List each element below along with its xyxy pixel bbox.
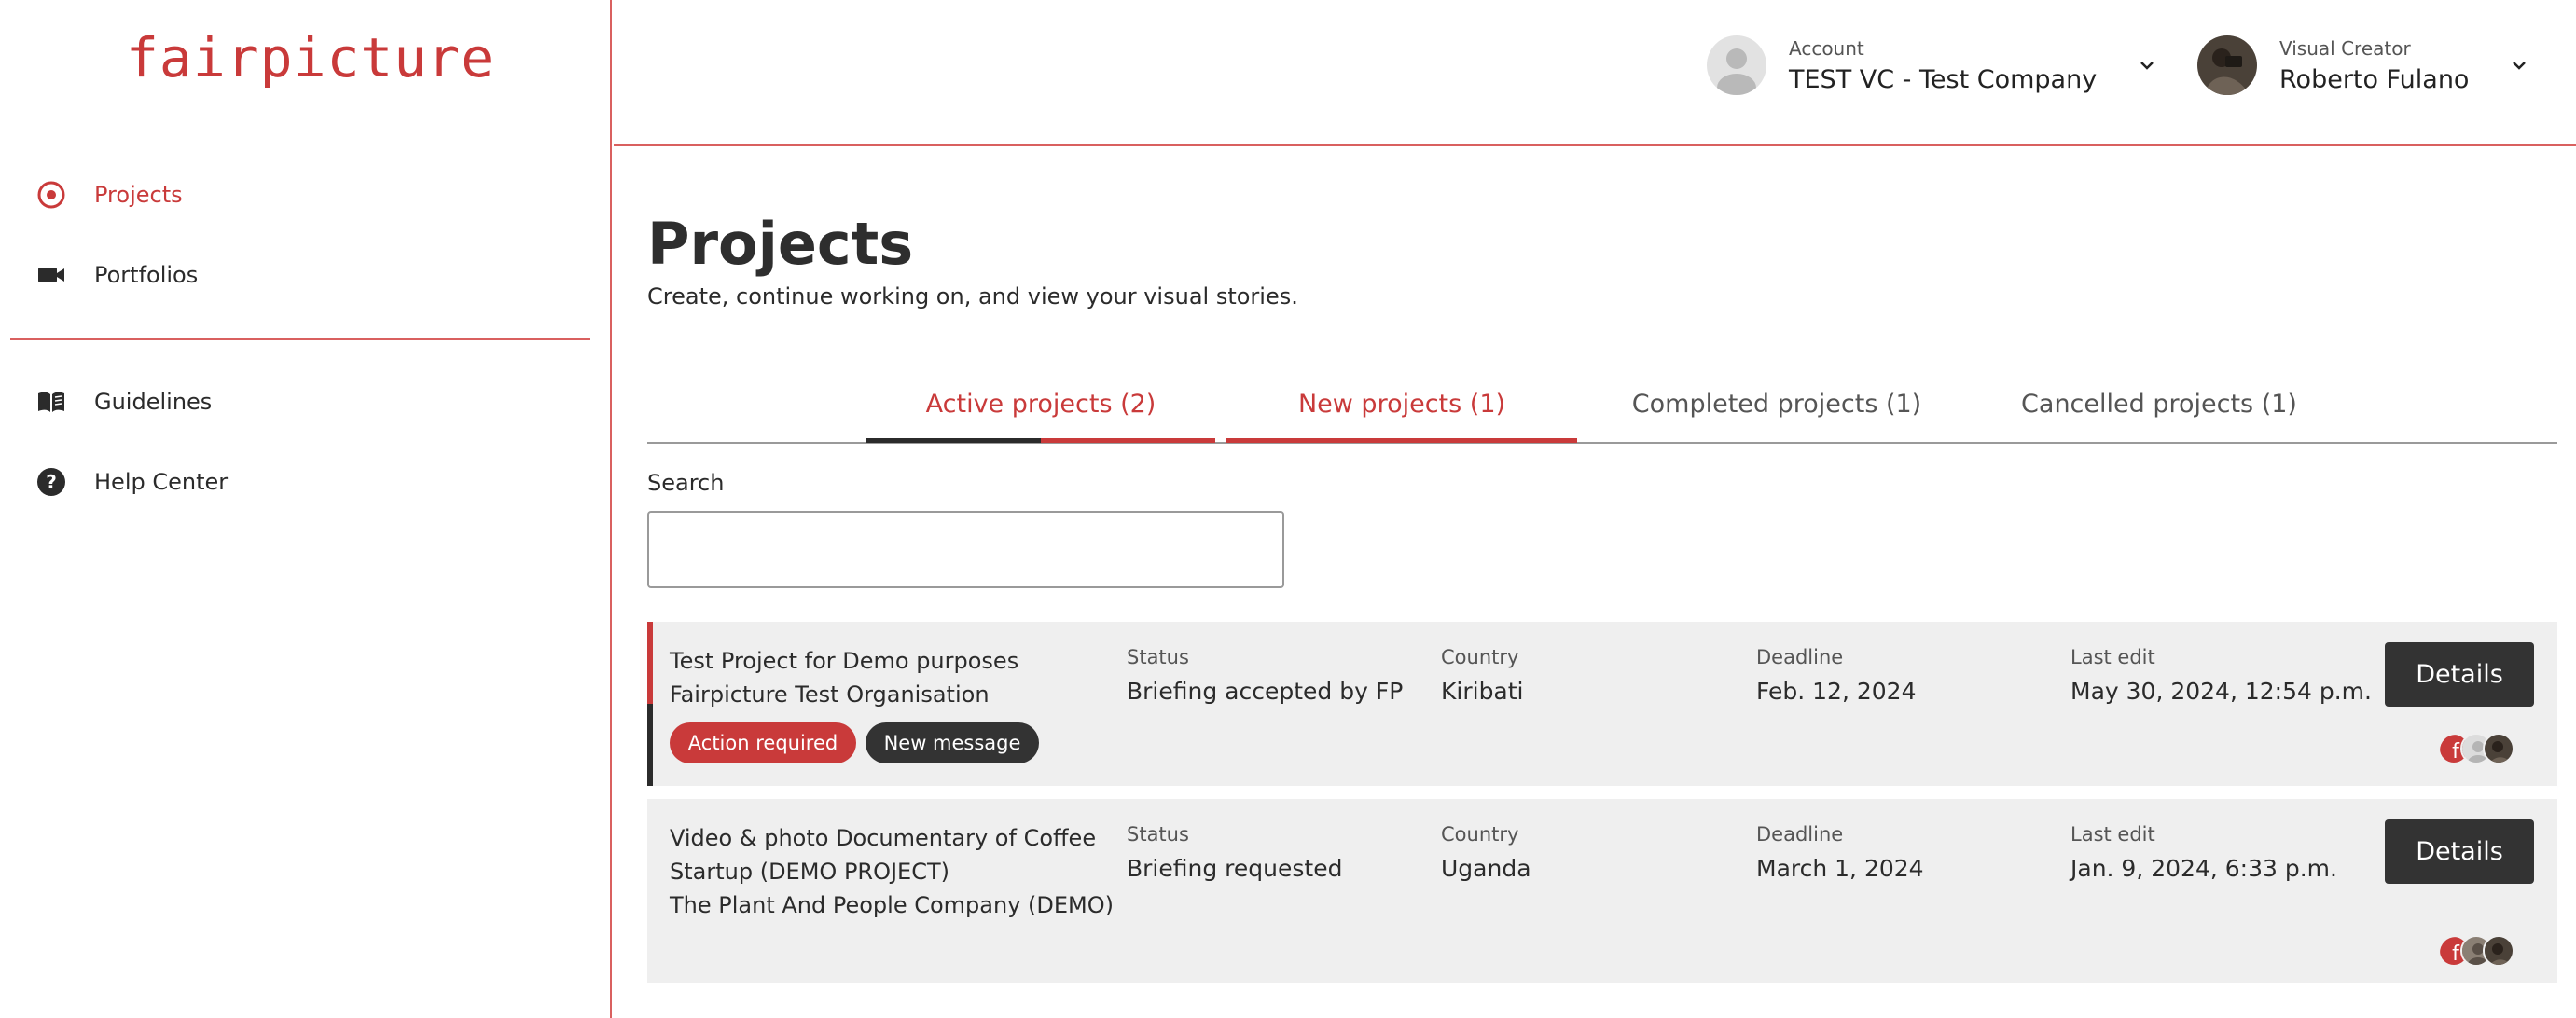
project-status: Briefing accepted by FP	[1127, 678, 1404, 705]
svg-text:?: ?	[46, 471, 57, 493]
video-camera-icon	[35, 259, 67, 291]
creator-switcher[interactable]: Visual Creator Roberto Fulano	[2197, 35, 2530, 95]
tab-active-indicator	[866, 438, 1041, 443]
sidebar: fairpicture Projects Portfolios Guidelin…	[0, 0, 612, 1018]
page-title: Projects	[647, 210, 914, 278]
tab-active-projects[interactable]: Active projects (2)	[866, 390, 1215, 444]
card-accent	[647, 622, 653, 786]
tab-completed-projects[interactable]: Completed projects (1)	[1604, 390, 1949, 444]
sidebar-divider	[10, 338, 590, 340]
country-column: Country Kiribati	[1441, 646, 1524, 705]
tab-active-indicator-progress	[1041, 438, 1215, 443]
book-icon	[35, 386, 67, 418]
details-button[interactable]: Details	[2385, 819, 2534, 884]
svg-text:f: f	[2452, 942, 2460, 966]
project-last-edit: Jan. 9, 2024, 6:33 p.m.	[2070, 855, 2337, 882]
project-country: Uganda	[1441, 855, 1531, 882]
tab-cancelled-projects[interactable]: Cancelled projects (1)	[1987, 390, 2332, 444]
project-country: Kiribati	[1441, 678, 1524, 705]
creator-caption: Visual Creator	[2279, 36, 2411, 60]
new-message-badge[interactable]: New message	[866, 722, 1039, 764]
creator-avatar	[2197, 35, 2257, 95]
country-column: Country Uganda	[1441, 823, 1531, 882]
sidebar-item-label: Guidelines	[94, 389, 213, 415]
participants-avatars: f	[2438, 935, 2514, 967]
creator-avatar-icon	[2483, 733, 2514, 764]
page-subtitle: Create, continue working on, and view yo…	[647, 283, 1298, 310]
action-required-badge[interactable]: Action required	[670, 722, 856, 764]
last-edit-column: Last edit May 30, 2024, 12:54 p.m.	[2070, 646, 2372, 705]
project-deadline: Feb. 12, 2024	[1756, 678, 1917, 705]
account-avatar	[1707, 35, 1766, 95]
details-button[interactable]: Details	[2385, 642, 2534, 707]
account-name: TEST VC - Test Company	[1789, 64, 2098, 94]
account-caption: Account	[1789, 36, 1864, 60]
search-input[interactable]	[647, 511, 1284, 588]
project-title[interactable]: Test Project for Demo purposes Fairpictu…	[670, 644, 1018, 711]
deadline-column: Deadline Feb. 12, 2024	[1756, 646, 1917, 705]
account-switcher[interactable]: Account TEST VC - Test Company	[1707, 35, 2158, 95]
project-status: Briefing requested	[1127, 855, 1343, 882]
project-title[interactable]: Video & photo Documentary of Coffee Star…	[670, 821, 1114, 922]
deadline-column: Deadline March 1, 2024	[1756, 823, 1924, 882]
status-column: Status Briefing requested	[1127, 823, 1343, 882]
tab-new-indicator	[1226, 438, 1577, 443]
sidebar-item-help-center[interactable]: ? Help Center	[35, 466, 228, 498]
project-card: Video & photo Documentary of Coffee Star…	[647, 799, 2557, 983]
sidebar-item-label: Portfolios	[94, 262, 199, 288]
svg-text:f: f	[2452, 740, 2460, 764]
target-circle-icon	[35, 179, 67, 211]
chevron-down-icon[interactable]	[2508, 54, 2530, 76]
sidebar-item-label: Projects	[94, 182, 183, 208]
sidebar-item-portfolios[interactable]: Portfolios	[35, 259, 198, 291]
search-label: Search	[647, 470, 725, 496]
status-column: Status Briefing accepted by FP	[1127, 646, 1404, 705]
chevron-down-icon[interactable]	[2136, 54, 2158, 76]
participants-avatars: f	[2438, 733, 2514, 764]
tab-new-projects[interactable]: New projects (1)	[1226, 390, 1577, 444]
top-header: Account TEST VC - Test Company Visual Cr…	[614, 0, 2576, 146]
question-circle-icon: ?	[35, 466, 67, 498]
creator-name: Roberto Fulano	[2279, 64, 2470, 94]
project-card: Test Project for Demo purposes Fairpictu…	[647, 622, 2557, 786]
project-last-edit: May 30, 2024, 12:54 p.m.	[2070, 678, 2372, 705]
creator-avatar-icon	[2483, 935, 2514, 967]
fairpicture-logo[interactable]: fairpicture	[126, 26, 494, 89]
sidebar-item-projects[interactable]: Projects	[35, 179, 183, 211]
project-deadline: March 1, 2024	[1756, 855, 1924, 882]
sidebar-item-guidelines[interactable]: Guidelines	[35, 386, 212, 418]
last-edit-column: Last edit Jan. 9, 2024, 6:33 p.m.	[2070, 823, 2337, 882]
sidebar-item-label: Help Center	[94, 469, 229, 495]
